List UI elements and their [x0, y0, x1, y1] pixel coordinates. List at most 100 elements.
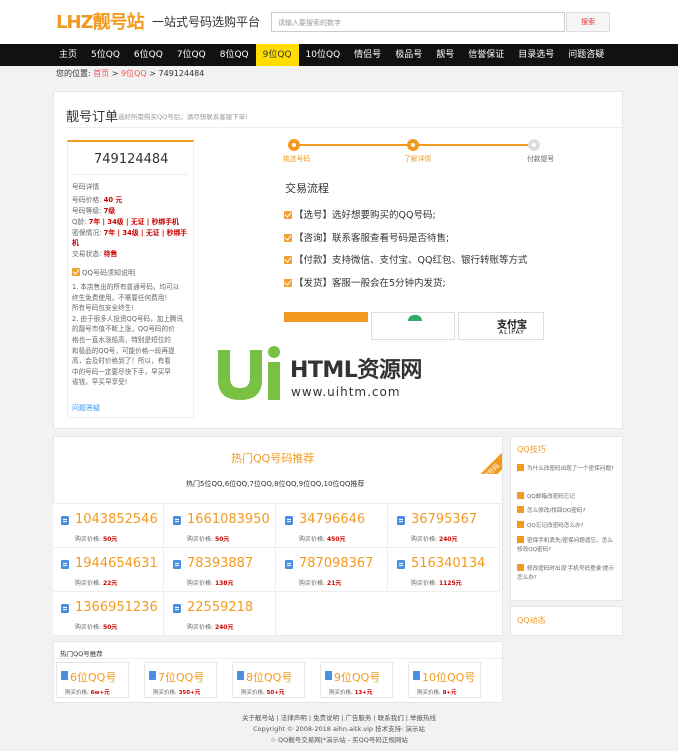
qq-number: 749124484 — [94, 152, 169, 167]
alipay-button[interactable]: 支付宝 ALIPAY — [458, 312, 544, 340]
tip-text[interactable]: QQ忘记改密码怎么办? — [527, 523, 584, 529]
nav-item[interactable]: 目录选号 — [511, 44, 561, 66]
nav-item[interactable]: 极品号 — [388, 44, 429, 66]
nav-item[interactable]: 信誉保证 — [461, 44, 511, 66]
hot-number[interactable]: 787098367 — [299, 556, 373, 571]
tip-text[interactable]: 密保手机丢失/密保问题遗忘，怎么修改QQ密码? — [517, 538, 613, 553]
number-icon — [397, 560, 405, 569]
nav-item[interactable]: 6位QQ — [127, 44, 170, 66]
qq-age-value: 7年 | 34级 | 无证 | 秒绑手机 — [88, 218, 179, 226]
tip-text[interactable]: 修改密码时出现'手机号码登录'提示怎么办? — [517, 566, 614, 581]
hot-number[interactable]: 36795367 — [411, 512, 477, 527]
step-label: 挑选号码 — [283, 155, 311, 163]
recommend-card[interactable]: 10位QQ号 购买价格: 8+元 — [408, 662, 481, 698]
number-icon — [285, 516, 293, 525]
hot-number-card[interactable]: 34796646 购买价格: 450元 — [277, 504, 388, 548]
tip-link[interactable]: QQ邮箱改密码忘记 — [517, 492, 617, 502]
hot-number-card[interactable]: 1661083950 购买价格: 50元 — [165, 504, 276, 548]
recommend-type[interactable]: 7位QQ号 — [158, 669, 204, 685]
hot-number[interactable]: 78393887 — [187, 556, 253, 571]
price-label: 购买价格: — [299, 536, 326, 543]
hot-number-card[interactable]: 516340134 购买价格: 1125元 — [389, 548, 500, 592]
nav-item[interactable]: 10位QQ — [299, 44, 348, 66]
recommend-type[interactable]: 9位QQ号 — [334, 669, 380, 685]
hot-number-card[interactable]: 787098367 购买价格: 21元 — [277, 548, 388, 592]
tip-link[interactable]: 密保手机丢失/密保问题遗忘，怎么修改QQ密码? — [517, 536, 617, 554]
tip-text[interactable]: QQ邮箱改密码忘记 — [527, 494, 575, 500]
nav-item[interactable]: 主页 — [52, 44, 84, 66]
notice-line: 和极品的QQ号，可能价格一段再提 — [72, 346, 175, 355]
hot-number[interactable]: 34796646 — [299, 512, 365, 527]
hot-number-card[interactable]: 78393887 购买价格: 138元 — [165, 548, 276, 592]
nav-item[interactable]: 靓号 — [429, 44, 461, 66]
flow-text: 【选号】选好想要购买的QQ号码; — [294, 210, 436, 221]
hot-number[interactable]: 1944654631 — [75, 556, 158, 571]
nav-item[interactable]: 问题咨疑 — [561, 44, 611, 66]
flow-item: 【选号】选好想要购买的QQ号码; — [284, 207, 436, 221]
price-value: 50元 — [214, 536, 230, 543]
hot-number[interactable]: 516340134 — [411, 556, 485, 571]
recommend-type[interactable]: 8位QQ号 — [246, 669, 292, 685]
tip-link[interactable]: 为什么改密码出现了一个密保问题? — [517, 464, 617, 474]
search-button[interactable]: 搜索 — [566, 12, 610, 32]
breadcrumb-category[interactable]: 9位QQ — [121, 69, 147, 78]
price-label: 购买价格: — [75, 580, 102, 587]
price-value: 6w+元 — [90, 690, 110, 696]
recommend-type[interactable]: 10位QQ号 — [422, 669, 475, 685]
hot-number[interactable]: 1043852546 — [75, 512, 158, 527]
qq-age-row: Q龄: 7年 | 34级 | 无证 | 秒绑手机 — [72, 216, 179, 226]
flow-item: 【咨询】联系客服查看号码是否待售; — [284, 230, 449, 244]
search-input[interactable]: 请输入要搜索的数字 — [271, 12, 565, 32]
nav-item[interactable]: 7位QQ — [170, 44, 213, 66]
tip-text[interactable]: 为什么改密码出现了一个密保问题? — [527, 466, 614, 472]
hot-number-card[interactable]: 1944654631 购买价格: 22元 — [53, 548, 164, 592]
doc-icon — [517, 492, 524, 499]
recommend-card[interactable]: 9位QQ号 购买价格: 13+元 — [320, 662, 393, 698]
nav-item[interactable]: 5位QQ — [84, 44, 127, 66]
breadcrumb-home[interactable]: 首页 — [93, 69, 109, 78]
hot-price: 购买价格: 240元 — [411, 534, 457, 543]
hot-number[interactable]: 1366951236 — [75, 600, 158, 615]
price-value: 138元 — [214, 580, 234, 587]
price-value: 8+元 — [442, 690, 457, 696]
nav-item[interactable]: 情侣号 — [347, 44, 388, 66]
help-link[interactable]: 问题答疑 — [72, 403, 100, 413]
hot-number-card[interactable]: 22559218 购买价格: 240元 — [165, 592, 276, 636]
number-icon — [173, 516, 181, 525]
hot-price: 购买价格: 138元 — [187, 578, 233, 587]
secret-row-cont: 机 — [72, 237, 79, 247]
notice-line: 高，会及时价格到了！所以，有看 — [72, 357, 171, 366]
hot-number[interactable]: 1661083950 — [187, 512, 270, 527]
hot-number[interactable]: 22559218 — [187, 600, 253, 615]
wechat-pay-button[interactable] — [371, 312, 455, 340]
check-icon — [284, 234, 292, 242]
nav-item[interactable]: 8位QQ — [213, 44, 256, 66]
tip-link[interactable]: 修改密码时出现'手机号码登录'提示怎么办? — [517, 564, 617, 582]
hot-number-card[interactable]: 1043852546 购买价格: 50元 — [53, 504, 164, 548]
step-label: 了解详情 — [404, 155, 432, 163]
recommend-card[interactable]: 8位QQ号 购买价格: 50+元 — [232, 662, 305, 698]
nav-item[interactable]: 9位QQ — [255, 44, 299, 66]
price-label: 购买价格: — [187, 536, 214, 543]
footer-links[interactable]: 关于靓号站 | 法律声明 | 免责说明 | 广告服务 | 联系我们 | 举报热线 — [0, 712, 678, 722]
hot-number-card[interactable]: 36795367 购买价格: 240元 — [389, 504, 500, 548]
site-logo[interactable]: LHZ靓号站 — [56, 8, 145, 34]
recommend-type[interactable]: 6位QQ号 — [70, 669, 116, 685]
hot-number-card[interactable]: 1366951236 购买价格: 50元 — [53, 592, 164, 636]
price-value: 240元 — [214, 624, 234, 631]
buy-button[interactable] — [284, 312, 368, 322]
tip-text[interactable]: 怎么修改/找回QQ密码? — [527, 508, 585, 514]
tip-link[interactable]: 怎么修改/找回QQ密码? — [517, 506, 617, 516]
divider — [53, 658, 503, 659]
step-label: 付款提号 — [527, 155, 555, 163]
tip-link[interactable]: QQ忘记改密码怎么办? — [517, 521, 617, 531]
price-label: 购买价格: — [241, 690, 265, 696]
ui-logo-icon — [218, 346, 280, 400]
price-label: 购买价格: — [299, 580, 326, 587]
price-label: 购买价格: — [187, 580, 214, 587]
flow-text: 【咨询】联系客服查看号码是否待售; — [294, 233, 450, 244]
recommend-card[interactable]: 6位QQ号 购买价格: 6w+元 — [56, 662, 129, 698]
breadcrumb-sep: > — [146, 69, 159, 78]
recommend-card[interactable]: 7位QQ号 购买价格: 350+元 — [144, 662, 217, 698]
breadcrumb-prefix: 您的位置: — [56, 69, 91, 78]
